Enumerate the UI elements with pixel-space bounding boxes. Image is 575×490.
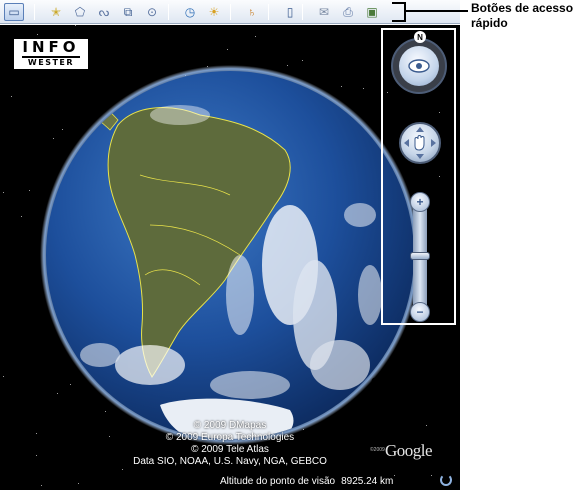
hand-icon <box>404 127 436 159</box>
earth-globe[interactable] <box>40 65 420 445</box>
add-path-button[interactable]: ᔓ <box>94 3 114 21</box>
email-button[interactable]: ✉ <box>314 3 334 21</box>
ruler-icon: ▯ <box>286 5 294 19</box>
altitude-readout: Altitude do ponto de visão 8925.24 km <box>220 476 393 487</box>
star <box>78 483 79 484</box>
print-button[interactable]: ⎙ <box>338 3 358 21</box>
altitude-label: Altitude do ponto de visão <box>220 476 336 487</box>
add-image-overlay-button[interactable]: ⧉ <box>118 3 138 21</box>
path-icon: ᔓ <box>98 5 110 19</box>
toolbar: ▭ ✭ ⬠ ᔓ ⧉ ⊙ ◷ ☀ ♄ ▯ ✉ ⎙ ▣ <box>0 0 460 24</box>
star <box>227 49 228 50</box>
toolbar-separator <box>34 4 35 20</box>
star <box>302 60 303 61</box>
toolbar-separator <box>230 4 231 20</box>
star <box>122 469 123 470</box>
zoom-in-button[interactable]: + <box>410 192 430 212</box>
logo-text-bottom: WESTER <box>27 58 75 67</box>
image-overlay-icon: ⧉ <box>123 5 133 19</box>
star <box>3 192 4 193</box>
printer-icon: ⎙ <box>343 5 353 19</box>
zoom-slider-thumb[interactable] <box>410 252 430 260</box>
attribution-line: Data SIO, NOAA, U.S. Navy, NGA, GEBCO <box>133 456 327 467</box>
google-logo: Google <box>385 441 433 460</box>
look-joystick[interactable] <box>399 46 439 86</box>
star <box>255 36 256 37</box>
sidebar-toggle-button[interactable]: ▭ <box>4 3 24 21</box>
infowester-logo: INFO WESTER <box>12 37 90 71</box>
star <box>11 96 12 97</box>
star <box>21 216 22 217</box>
navigation-pointer-line <box>417 326 419 374</box>
planet-icon: ♄ <box>247 5 257 19</box>
polygon-icon: ⬠ <box>74 5 86 19</box>
streaming-status-icon <box>440 474 452 486</box>
attribution-line: © 2009 Europa Technologies <box>165 432 295 443</box>
navigation-annotation: Controles de navegação <box>371 375 445 404</box>
toolbar-separator <box>168 4 169 20</box>
star <box>36 433 37 434</box>
central-america-landmass <box>54 84 119 131</box>
attribution-line: © 2009 Tele Atlas <box>191 444 269 455</box>
star <box>431 475 432 476</box>
star <box>29 190 30 191</box>
north-indicator[interactable]: N <box>414 31 426 43</box>
star <box>426 425 427 426</box>
envelope-icon: ✉ <box>318 5 330 19</box>
quick-access-annotation: Botões de acesso rápido <box>471 1 574 30</box>
quick-access-pointer-line <box>406 10 468 12</box>
ruler-button[interactable]: ▯ <box>280 3 300 21</box>
sunlight-button[interactable]: ☀ <box>204 3 224 21</box>
attribution-text: © 2009 DMapas © 2009 Europa Technologies… <box>100 420 360 468</box>
historical-imagery-button[interactable]: ◷ <box>180 3 200 21</box>
navigation-controls: N + − <box>381 28 456 325</box>
add-placemark-button[interactable]: ✭ <box>46 3 66 21</box>
google-copyright: ©2009 <box>370 447 385 453</box>
add-polygon-button[interactable]: ⬠ <box>70 3 90 21</box>
logo-text-top: INFO <box>22 38 80 58</box>
star <box>75 25 76 26</box>
star <box>41 485 42 486</box>
map-viewport[interactable]: INFO WESTER N + − © 2009 DMapas © 2009 E… <box>0 25 460 490</box>
map-icon: ▣ <box>366 5 378 19</box>
sidebar-icon: ▭ <box>8 5 20 19</box>
zoom-out-button[interactable]: − <box>410 302 430 322</box>
toolbar-separator <box>268 4 269 20</box>
sun-icon: ☀ <box>208 5 220 19</box>
record-tour-button[interactable]: ⊙ <box>142 3 162 21</box>
eye-icon <box>408 59 430 73</box>
move-joystick[interactable] <box>399 122 441 164</box>
star <box>394 475 395 476</box>
quick-access-bracket <box>392 2 406 22</box>
camera-icon: ⊙ <box>146 5 158 19</box>
attribution-line: © 2009 DMapas <box>193 420 267 431</box>
toolbar-separator <box>302 4 303 20</box>
star <box>3 376 4 377</box>
star <box>37 34 38 35</box>
pushpin-star-icon: ✭ <box>50 5 62 19</box>
clock-icon: ◷ <box>184 5 196 19</box>
view-in-maps-button[interactable]: ▣ <box>362 3 382 21</box>
switch-to-sky-button[interactable]: ♄ <box>242 3 262 21</box>
star <box>36 455 37 456</box>
altitude-value: 8925.24 km <box>341 476 394 487</box>
